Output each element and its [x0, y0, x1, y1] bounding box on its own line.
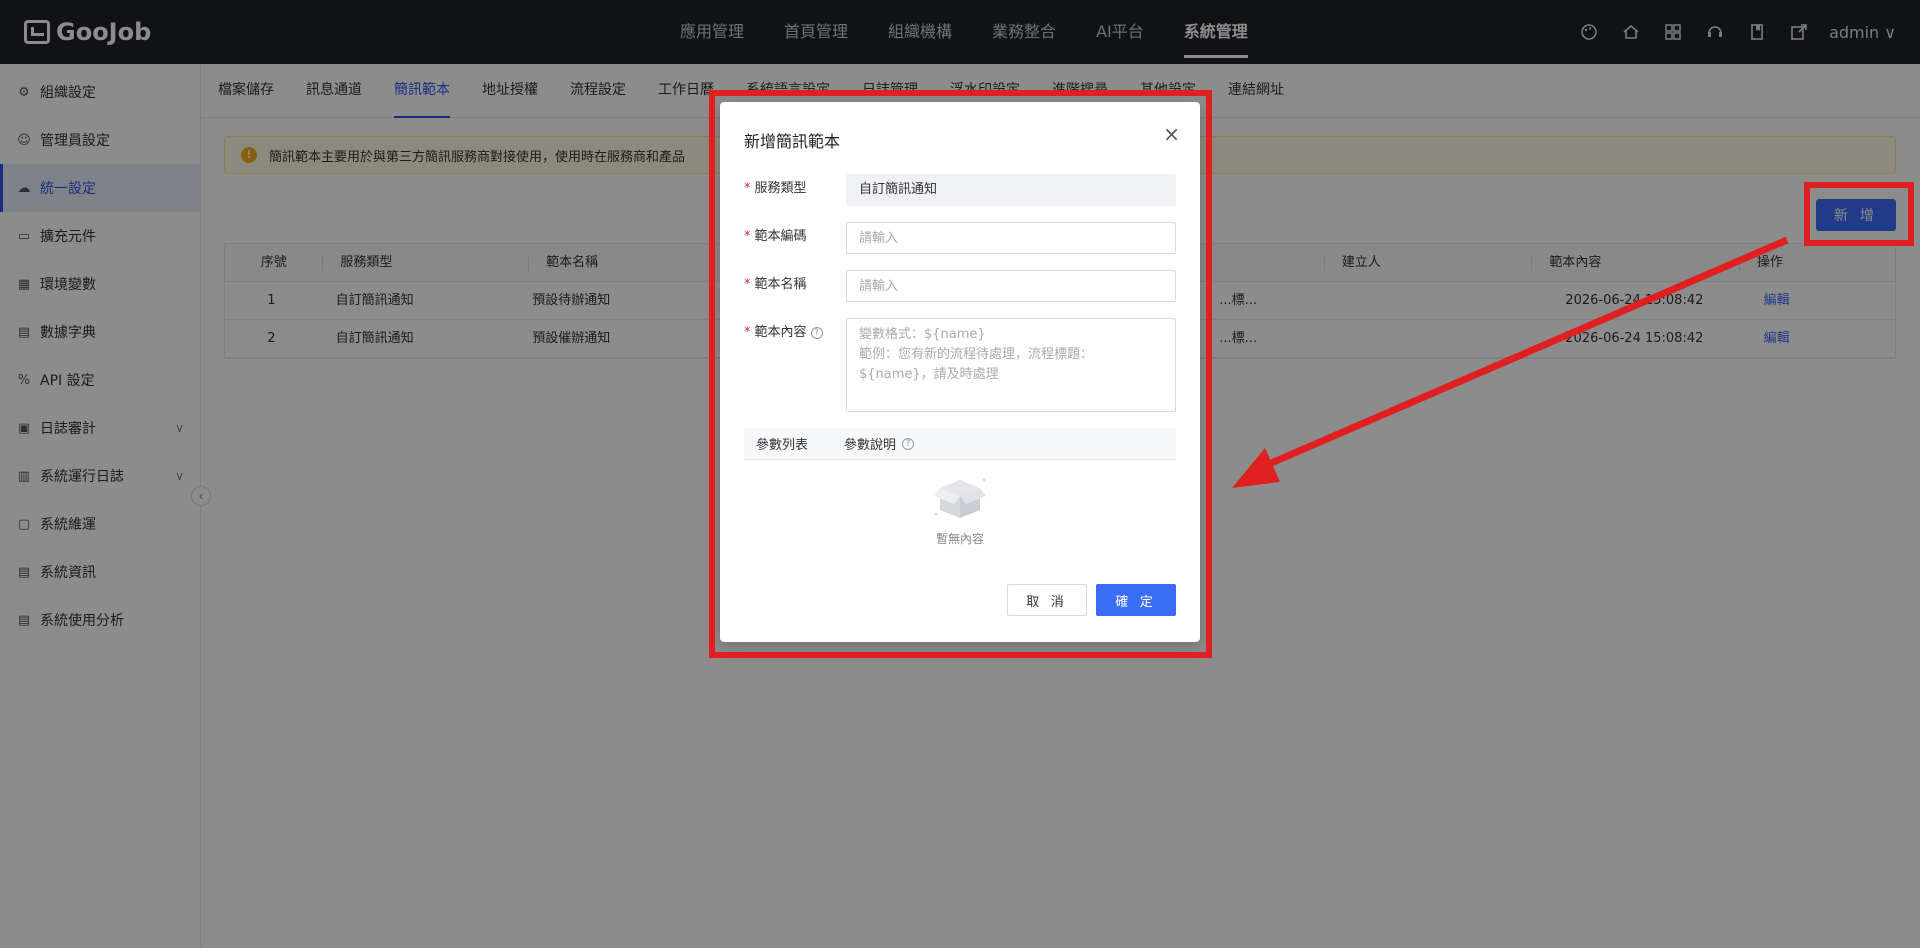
add-button-highlight-box: [1804, 182, 1914, 246]
dialog-highlight-box: [709, 90, 1212, 658]
